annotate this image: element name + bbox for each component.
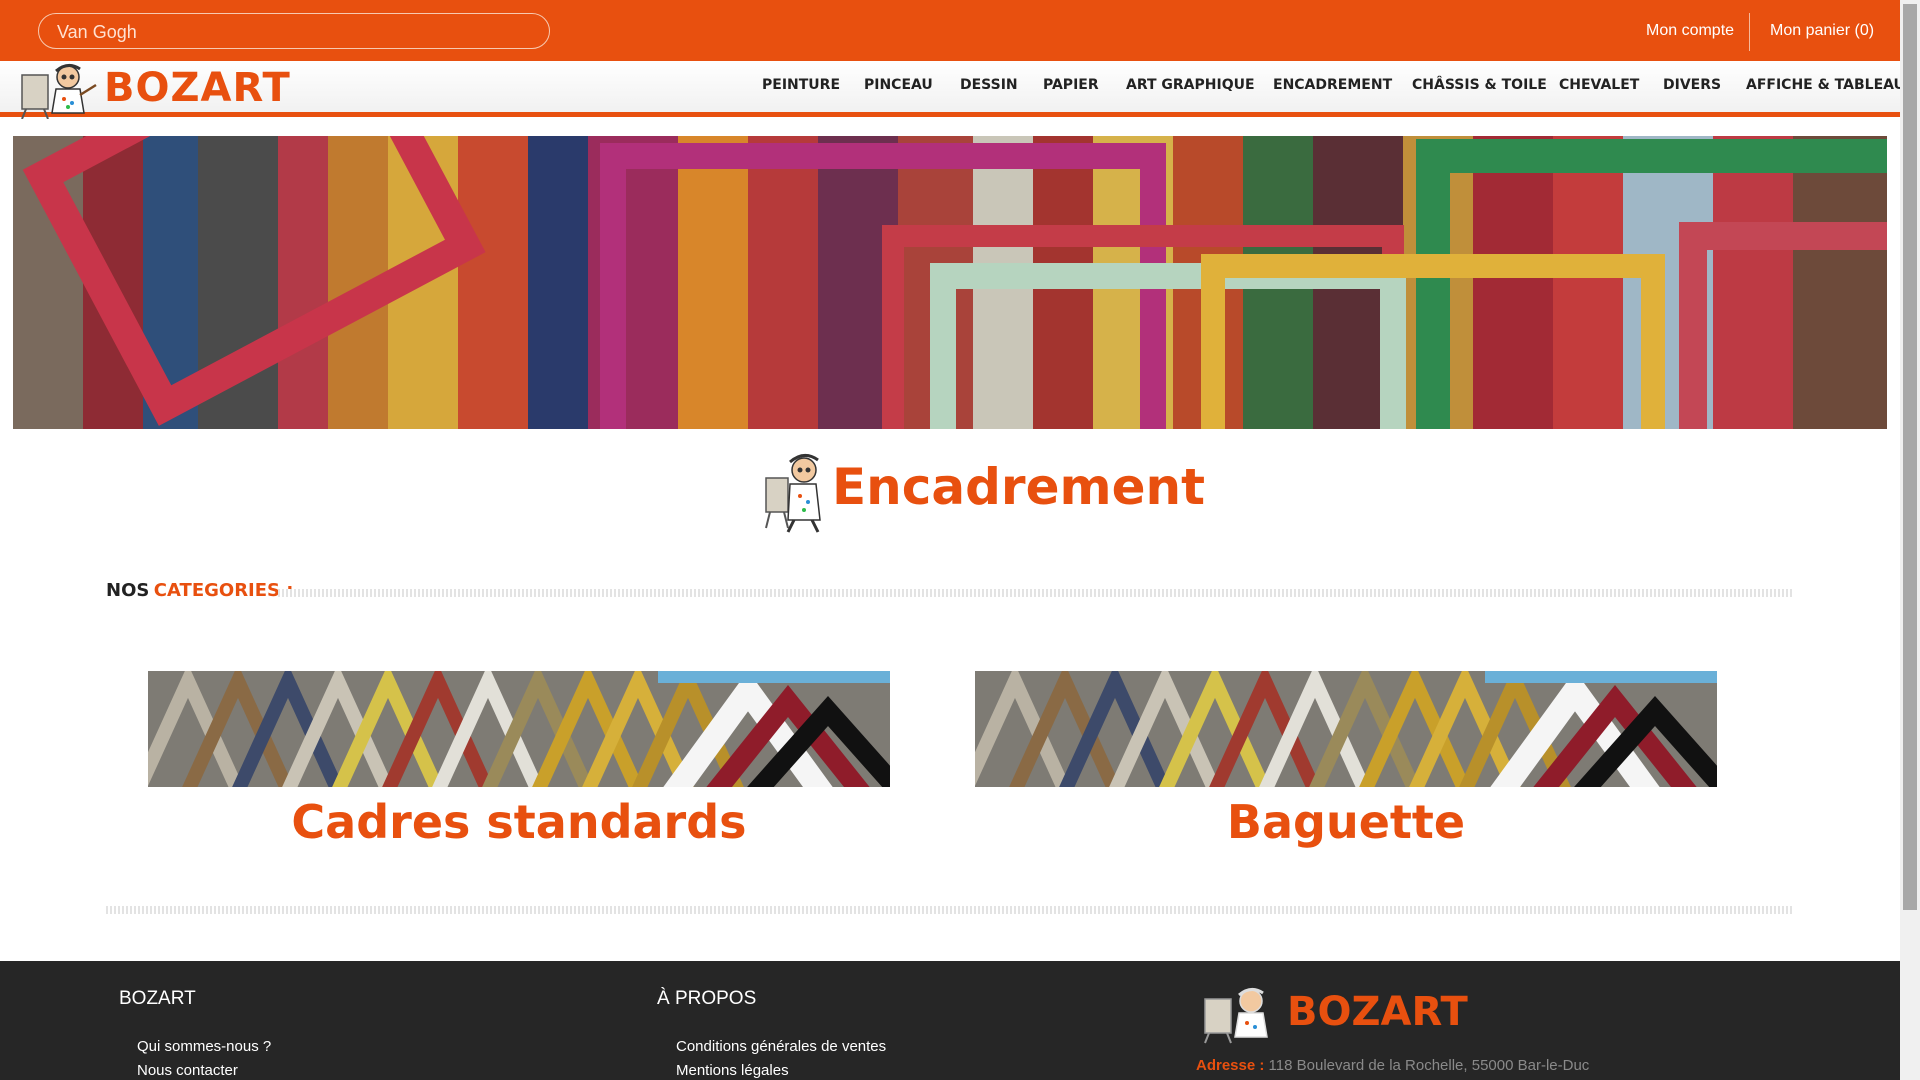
- footer-col2-title: À PROPOS: [657, 988, 757, 1009]
- nav-item-papier[interactable]: PAPIER: [1043, 77, 1099, 93]
- footer-address-text: 118 Boulevard de la Rochelle, 55000 Bar-…: [1268, 1057, 1590, 1074]
- footer-link-cgv[interactable]: Conditions générales de ventes: [676, 1038, 886, 1055]
- page-title: Encadrement: [832, 458, 1205, 516]
- section-heading-prefix: NOS: [106, 580, 150, 601]
- hero-banner: [13, 136, 1887, 429]
- footer-link-legal[interactable]: Mentions légales: [676, 1062, 789, 1079]
- painter-caricature-icon: [1204, 988, 1268, 1044]
- nav-item-chevalet[interactable]: CHEVALET: [1559, 77, 1639, 93]
- footer-brand-name: BOZART: [1287, 989, 1468, 1035]
- search-input[interactable]: [55, 14, 539, 50]
- footer-col1-title: BOZART: [119, 988, 196, 1009]
- footer: [0, 961, 1900, 1080]
- nav-item-affiche-tableau[interactable]: AFFICHE & TABLEAU: [1746, 77, 1900, 93]
- footer-link-about[interactable]: Qui sommes-nous ?: [137, 1038, 271, 1055]
- footer-link-contact[interactable]: Nous contacter: [137, 1062, 238, 1079]
- top-separator: [1749, 13, 1750, 51]
- top-bar: Mon compte Mon panier (0): [0, 0, 1900, 61]
- category-image[interactable]: [148, 671, 890, 787]
- footer-logo: BOZART: [1195, 983, 1495, 1045]
- category-label[interactable]: Baguette: [975, 795, 1717, 849]
- nav-item-encadrement[interactable]: ENCADREMENT: [1273, 77, 1392, 93]
- account-link[interactable]: Mon compte: [1646, 22, 1734, 40]
- section-heading-highlight: CATEGORIES :: [153, 580, 294, 601]
- page-scrollbar[interactable]: [1900, 0, 1920, 1080]
- painter-caricature-icon: [765, 454, 821, 533]
- content-divider: [106, 906, 1792, 914]
- footer-address-label: Adresse :: [1196, 1057, 1265, 1074]
- nav-item-pinceau[interactable]: PINCEAU: [864, 77, 933, 93]
- colorful-picture-frames-banner: [13, 136, 1887, 429]
- nav-item-divers[interactable]: DIVERS: [1663, 77, 1721, 93]
- nav-item-art-graphique[interactable]: ART GRAPHIQUE: [1126, 77, 1255, 93]
- page: Mon compte Mon panier (0) BOZART PEINTUR…: [0, 0, 1900, 1080]
- category-label[interactable]: Cadres standards: [148, 795, 890, 849]
- footer-address: Adresse : 118 Boulevard de la Rochelle, …: [1196, 1057, 1589, 1074]
- cart-link[interactable]: Mon panier (0): [1770, 22, 1874, 40]
- nav-item-peinture[interactable]: PEINTURE: [762, 77, 840, 93]
- page-title-block: Encadrement: [760, 448, 1205, 538]
- category-card-cadres-standards[interactable]: Cadres standards: [148, 671, 890, 871]
- nav-item-chassis-toile[interactable]: CHÂSSIS & TOILE: [1412, 77, 1547, 93]
- section-divider: [278, 589, 1792, 597]
- main-nav: PEINTURE PINCEAU DESSIN PAPIER ART GRAPH…: [0, 77, 1900, 97]
- frame-moulding-samples: [975, 671, 1717, 787]
- category-image[interactable]: [975, 671, 1717, 787]
- scrollbar-thumb[interactable]: [1903, 4, 1917, 910]
- category-card-baguette[interactable]: Baguette: [975, 671, 1717, 871]
- nav-item-dessin[interactable]: DESSIN: [960, 77, 1018, 93]
- frame-moulding-samples: [148, 671, 890, 787]
- search-box[interactable]: [38, 13, 550, 50]
